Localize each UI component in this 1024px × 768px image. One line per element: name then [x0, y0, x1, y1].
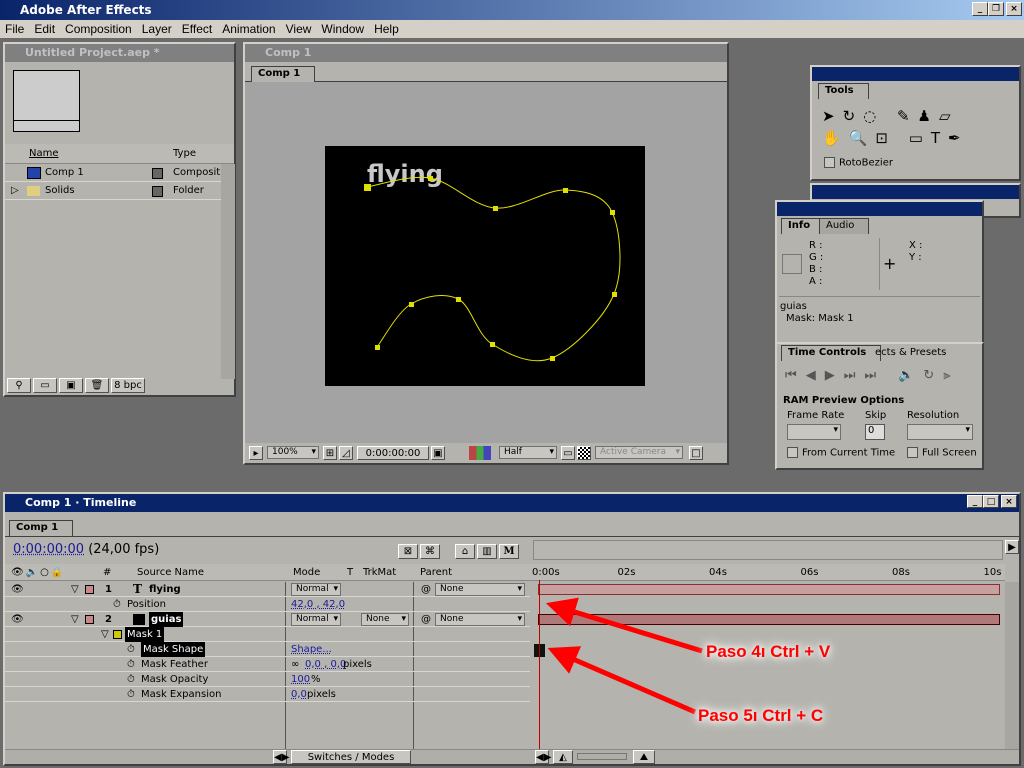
annotation-paso-5: Paso 5ı Ctrl + C — [698, 706, 824, 725]
arrow-paso-4 — [545, 597, 703, 654]
annotation-arrows — [545, 597, 703, 715]
arrow-paso-5 — [547, 646, 696, 715]
annotation-paso-4: Paso 4ı Ctrl + V — [706, 642, 831, 661]
